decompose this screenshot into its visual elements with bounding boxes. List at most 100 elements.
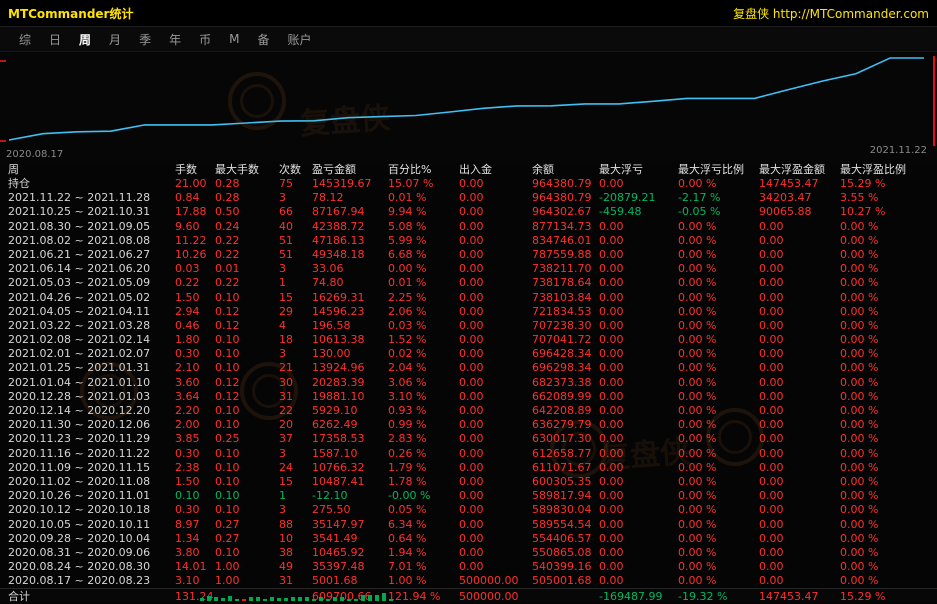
cell-value: 15 [279, 291, 312, 305]
menu-tab-日[interactable]: 日 [40, 29, 70, 50]
header-cell-9[interactable]: 最大浮亏比例 [678, 162, 759, 177]
cell-value: 0.00 [599, 418, 678, 432]
cell-value: 0.00 [599, 447, 678, 461]
table-row[interactable]: 2021.11.22 ~ 2021.11.280.840.28378.120.0… [8, 191, 937, 205]
cell-value: 2.04 % [388, 361, 459, 375]
menu-tab-币[interactable]: 币 [190, 29, 220, 50]
table-row[interactable]: 2020.12.28 ~ 2021.01.033.640.123119881.1… [8, 390, 937, 404]
table-row[interactable]: 2021.04.05 ~ 2021.04.112.940.122914596.2… [8, 305, 937, 319]
cell-value: 589817.94 [532, 489, 599, 503]
total-label: 合计 [8, 589, 175, 603]
table-row[interactable]: 2021.02.01 ~ 2021.02.070.300.103130.000.… [8, 347, 937, 361]
table-row[interactable]: 2021.01.25 ~ 2021.01.312.100.102113924.9… [8, 361, 937, 375]
table-row[interactable]: 2021.05.03 ~ 2021.05.090.220.22174.800.0… [8, 276, 937, 290]
cell-value: 0.00 [759, 276, 840, 290]
menu-tab-年[interactable]: 年 [160, 29, 190, 50]
cell-value: 0.00 [459, 404, 532, 418]
menu-tab-月[interactable]: 月 [100, 29, 130, 50]
header-cell-3[interactable]: 次数 [279, 162, 312, 177]
cell-value: 1.94 % [388, 546, 459, 560]
table-row[interactable]: 2020.11.23 ~ 2020.11.293.850.253717358.5… [8, 432, 937, 446]
cell-value: 0.00 % [840, 248, 937, 262]
header-cell-2[interactable]: 最大手数 [215, 162, 279, 177]
header-cell-10[interactable]: 最大浮盈金额 [759, 162, 840, 177]
cell-value: 0.00 % [840, 234, 937, 248]
cell-value: 0.00 % [678, 475, 759, 489]
sparkline-bar [228, 596, 232, 602]
cell-value: 2.10 [175, 361, 215, 375]
cell-value: 0.00 [759, 574, 840, 588]
table-row[interactable]: 2021.08.30 ~ 2021.09.059.600.244042388.7… [8, 220, 937, 234]
cell-value: 49348.18 [312, 248, 388, 262]
table-row[interactable]: 2021.06.21 ~ 2021.06.2710.260.225149348.… [8, 248, 937, 262]
table-row[interactable]: 2021.04.26 ~ 2021.05.021.500.101516269.3… [8, 291, 937, 305]
cell-value: 0.10 [175, 489, 215, 503]
cell-value: 0.00 % [840, 333, 937, 347]
cell-value: 3.64 [175, 390, 215, 404]
header-cell-5[interactable]: 百分比% [388, 162, 459, 177]
titlebar-link[interactable]: 复盘侠 http://MTCommander.com [733, 5, 929, 22]
table-row[interactable]: 2020.09.28 ~ 2020.10.041.340.27103541.49… [8, 532, 937, 546]
table-row[interactable]: 2021.02.08 ~ 2021.02.141.800.101810613.3… [8, 333, 937, 347]
cell-value: 0.28 [215, 191, 279, 205]
cell-value: 0.10 [215, 475, 279, 489]
cell-value: 0.00 [759, 518, 840, 532]
table-row[interactable]: 2020.10.05 ~ 2020.10.118.970.278835147.9… [8, 518, 937, 532]
table-row[interactable]: 2020.11.09 ~ 2020.11.152.380.102410766.3… [8, 461, 937, 475]
table-row[interactable]: 持仓21.000.2875145319.6715.07 %0.00964380.… [8, 177, 937, 191]
menu-tab-季[interactable]: 季 [130, 29, 160, 50]
table-row[interactable]: 2020.11.02 ~ 2020.11.081.500.101510487.4… [8, 475, 937, 489]
cell-value: 10487.41 [312, 475, 388, 489]
cell-value: 0.00 [759, 333, 840, 347]
cell-value: 540399.16 [532, 560, 599, 574]
header-cell-7[interactable]: 余额 [532, 162, 599, 177]
cell-value: 0.00 % [678, 177, 759, 191]
cell-value: 3.85 [175, 432, 215, 446]
cell-value: 0.00 [459, 205, 532, 219]
table-row[interactable]: 2021.06.14 ~ 2021.06.200.030.01333.060.0… [8, 262, 937, 276]
cell-value: 0.00 [759, 305, 840, 319]
cell-value: 0.00 % [678, 518, 759, 532]
menu-tab-账户[interactable]: 账户 [278, 29, 320, 50]
table-row[interactable]: 2020.08.24 ~ 2020.08.3014.011.004935397.… [8, 560, 937, 574]
cell-value: 37 [279, 432, 312, 446]
table-row[interactable]: 2020.12.14 ~ 2020.12.202.200.10225929.10… [8, 404, 937, 418]
table-row[interactable]: 2020.11.30 ~ 2020.12.062.000.10206262.49… [8, 418, 937, 432]
chart-panel[interactable]: 2020.08.17 2021.11.22 [0, 52, 937, 162]
table-row[interactable]: 2020.08.17 ~ 2020.08.233.101.00315001.68… [8, 574, 937, 588]
table-row[interactable]: 2020.10.12 ~ 2020.10.180.300.103275.500.… [8, 503, 937, 517]
table-row[interactable]: 2020.11.16 ~ 2020.11.220.300.1031587.100… [8, 447, 937, 461]
table-row[interactable]: 2021.10.25 ~ 2021.10.3117.880.506687167.… [8, 205, 937, 219]
cell-value: 0.00 % [678, 432, 759, 446]
menu-tab-备[interactable]: 备 [248, 29, 278, 50]
cell-value: 1 [279, 276, 312, 290]
cell-value: 0.00 [459, 262, 532, 276]
menu-tab-综[interactable]: 综 [10, 29, 40, 50]
table-row[interactable]: 2021.01.04 ~ 2021.01.103.600.123020283.3… [8, 376, 937, 390]
cell-value: 0.00 [459, 319, 532, 333]
header-cell-1[interactable]: 手数 [175, 162, 215, 177]
cell-value: 18 [279, 333, 312, 347]
cell-value: 0.30 [175, 347, 215, 361]
cell-value: 38 [279, 546, 312, 560]
cell-value: 0.00 [599, 347, 678, 361]
header-cell-11[interactable]: 最大浮盈比例 [840, 162, 937, 177]
header-cell-4[interactable]: 盈亏金额 [312, 162, 388, 177]
sparkline-bar [249, 597, 253, 601]
header-cell-6[interactable]: 出入金 [459, 162, 532, 177]
table-row[interactable]: 2020.10.26 ~ 2020.11.010.100.101-12.10-0… [8, 489, 937, 503]
table-row[interactable]: 2021.03.22 ~ 2021.03.280.460.124196.580.… [8, 319, 937, 333]
table-row[interactable]: 2020.08.31 ~ 2020.09.063.800.103810465.9… [8, 546, 937, 560]
cell-value: 0.00 [759, 390, 840, 404]
header-cell-8[interactable]: 最大浮亏 [599, 162, 678, 177]
header-cell-0[interactable]: 周 [8, 162, 175, 177]
cell-period: 2020.11.23 ~ 2020.11.29 [8, 432, 175, 446]
cell-value: 0.00 [759, 461, 840, 475]
cell-value: 31 [279, 574, 312, 588]
table-row[interactable]: 2021.08.02 ~ 2021.08.0811.220.225147186.… [8, 234, 937, 248]
cell-value: 0.00 % [840, 503, 937, 517]
menu-tab-周[interactable]: 周 [70, 29, 100, 50]
cell-value: 0.00 % [678, 390, 759, 404]
sparkline-bar [326, 599, 330, 601]
menu-tab-M[interactable]: M [220, 30, 248, 48]
